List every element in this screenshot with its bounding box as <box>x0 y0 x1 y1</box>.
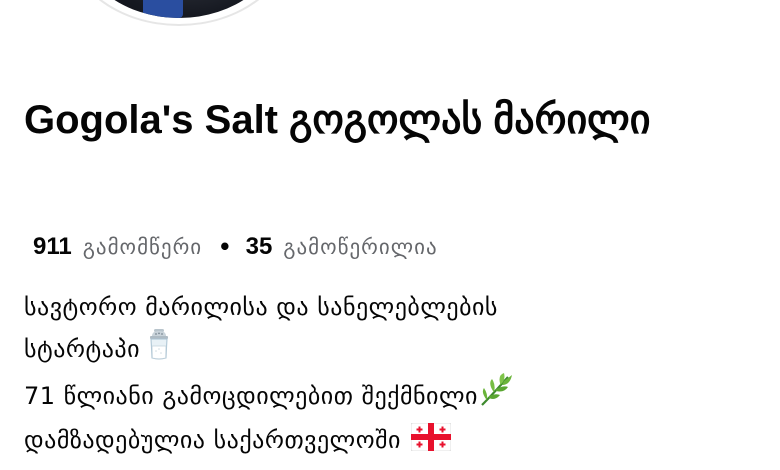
profile-photo <box>77 0 281 18</box>
profile-name: Gogola's Salt გოგოლას მარილი <box>24 98 651 142</box>
bio-line-1-text: სავტორო მარილისა და სანელებლების <box>24 293 498 321</box>
following-label[interactable]: გამოწერილია <box>283 231 437 263</box>
followers-label[interactable]: გამომწერი <box>83 231 202 263</box>
herb-icon <box>478 373 514 420</box>
follow-stats: 911 გამომწერი • 35 გამოწერილია <box>33 231 438 263</box>
avatar-shirt-detail <box>143 0 183 18</box>
bio-line-4: დამზადებულია საქართველოში <box>24 420 754 464</box>
georgia-flag-icon <box>410 422 452 464</box>
salt-shaker-icon <box>146 328 172 373</box>
bio-line-4-text: დამზადებულია საქართველოში <box>24 426 401 454</box>
bio-line-3: 71 წლიანი გამოცდილებით შექმნილი <box>24 373 754 420</box>
bio-line-3-text: 71 წლიანი გამოცდილებით შექმნილი <box>24 382 478 410</box>
bio-line-1: სავტორო მარილისა და სანელებლების <box>24 287 754 328</box>
profile-bio: სავტორო მარილისა და სანელებლების სტარტაპ… <box>24 287 754 464</box>
followers-count[interactable]: 911 <box>33 231 72 263</box>
bio-line-2: სტარტაპი <box>24 328 754 373</box>
profile-avatar[interactable] <box>66 0 292 26</box>
stats-separator: • <box>218 235 232 259</box>
following-count[interactable]: 35 <box>246 231 273 263</box>
bio-line-2-text: სტარტაპი <box>24 335 141 363</box>
